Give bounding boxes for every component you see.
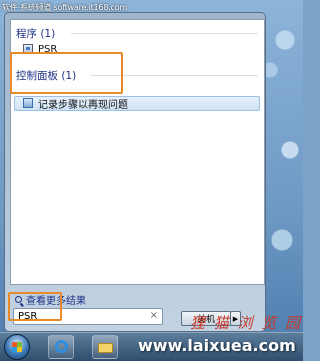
section-header-programs: 程序 (1) — [16, 28, 56, 40]
taskbar-explorer-button[interactable] — [92, 335, 118, 359]
clear-icon[interactable]: × — [150, 310, 158, 321]
annotation-box-control-panel — [10, 52, 123, 94]
folder-icon — [98, 343, 113, 353]
site-logo-chinese: 狸 猫 浏 览 园 — [190, 314, 303, 332]
windows-logo-icon — [12, 342, 22, 352]
annotation-box-search — [8, 292, 62, 321]
internet-explorer-icon — [55, 340, 68, 353]
result-item-record-steps[interactable]: 记录步骤以再现问题 — [23, 96, 128, 111]
start-button[interactable] — [4, 334, 30, 360]
taskbar-ie-button[interactable] — [48, 335, 74, 359]
site-watermark: www.laixuea.com — [138, 336, 296, 355]
result-item-label: 记录步骤以再现问题 — [38, 99, 128, 111]
control-panel-icon — [23, 98, 33, 108]
section-divider — [71, 33, 258, 34]
